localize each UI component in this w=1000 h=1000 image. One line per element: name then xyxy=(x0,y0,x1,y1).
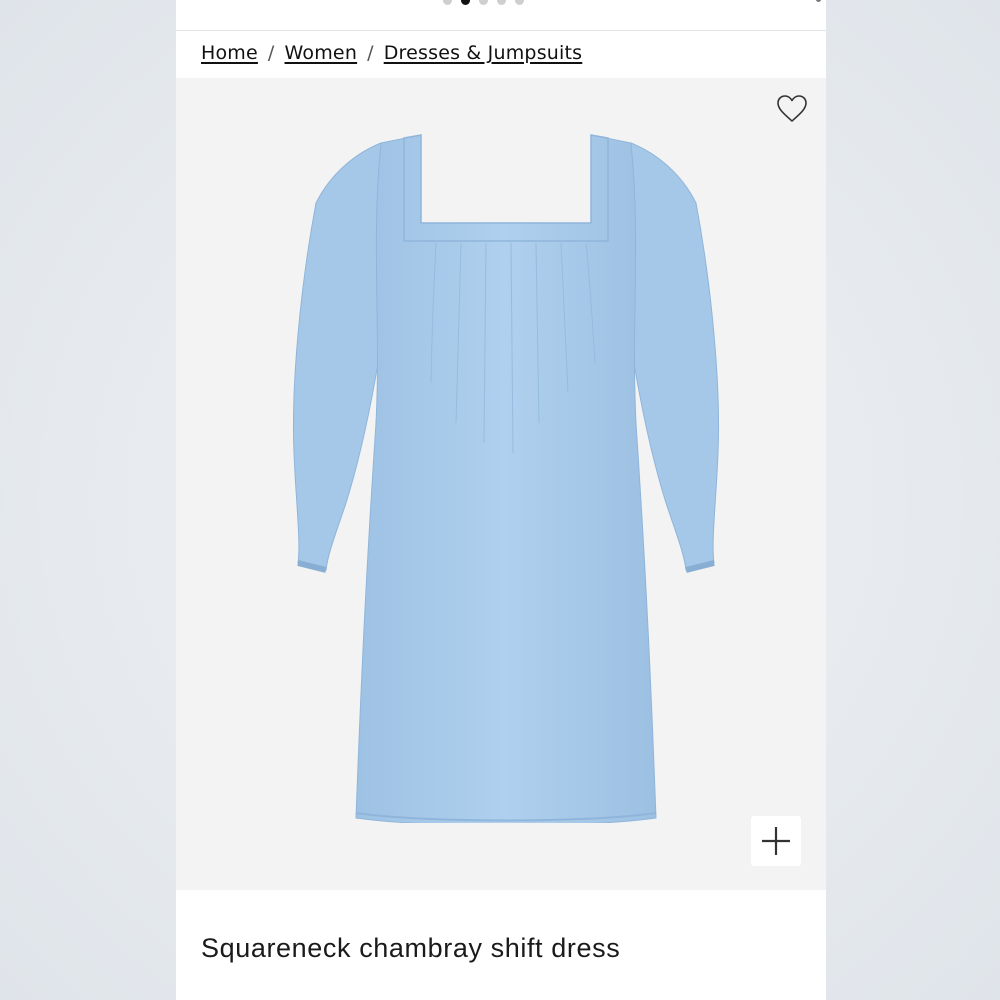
product-card: Home / Women / Dresses & Jumpsuits Squar… xyxy=(176,0,826,1000)
pager-dot[interactable] xyxy=(442,0,452,5)
pager-dot[interactable] xyxy=(478,0,488,5)
breadcrumb: Home / Women / Dresses & Jumpsuits xyxy=(201,42,582,64)
product-image xyxy=(292,134,720,823)
product-title: Squareneck chambray shift dress xyxy=(201,933,621,963)
zoom-button[interactable] xyxy=(751,816,801,866)
breadcrumb-women[interactable]: Women xyxy=(285,42,358,64)
image-carousel-pager[interactable] xyxy=(158,0,808,8)
menu-dot-icon[interactable] xyxy=(816,0,821,2)
divider xyxy=(176,30,826,31)
pager-dot[interactable] xyxy=(514,0,524,5)
breadcrumb-separator: / xyxy=(267,42,275,64)
breadcrumb-dresses-jumpsuits[interactable]: Dresses & Jumpsuits xyxy=(384,42,583,64)
breadcrumb-home[interactable]: Home xyxy=(201,42,258,64)
pager-dot[interactable] xyxy=(496,0,506,5)
plus-icon xyxy=(762,827,790,855)
breadcrumb-separator: / xyxy=(367,42,374,64)
pager-dot-active[interactable] xyxy=(460,0,470,5)
product-image-panel[interactable] xyxy=(176,78,826,890)
heart-icon[interactable] xyxy=(776,94,808,124)
